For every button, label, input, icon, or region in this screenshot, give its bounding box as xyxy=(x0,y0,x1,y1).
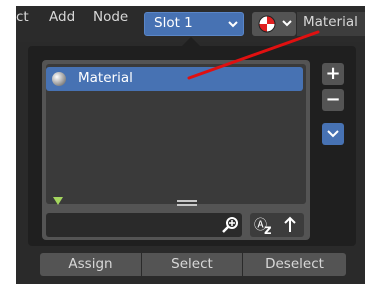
annotation-arrow xyxy=(187,30,320,80)
